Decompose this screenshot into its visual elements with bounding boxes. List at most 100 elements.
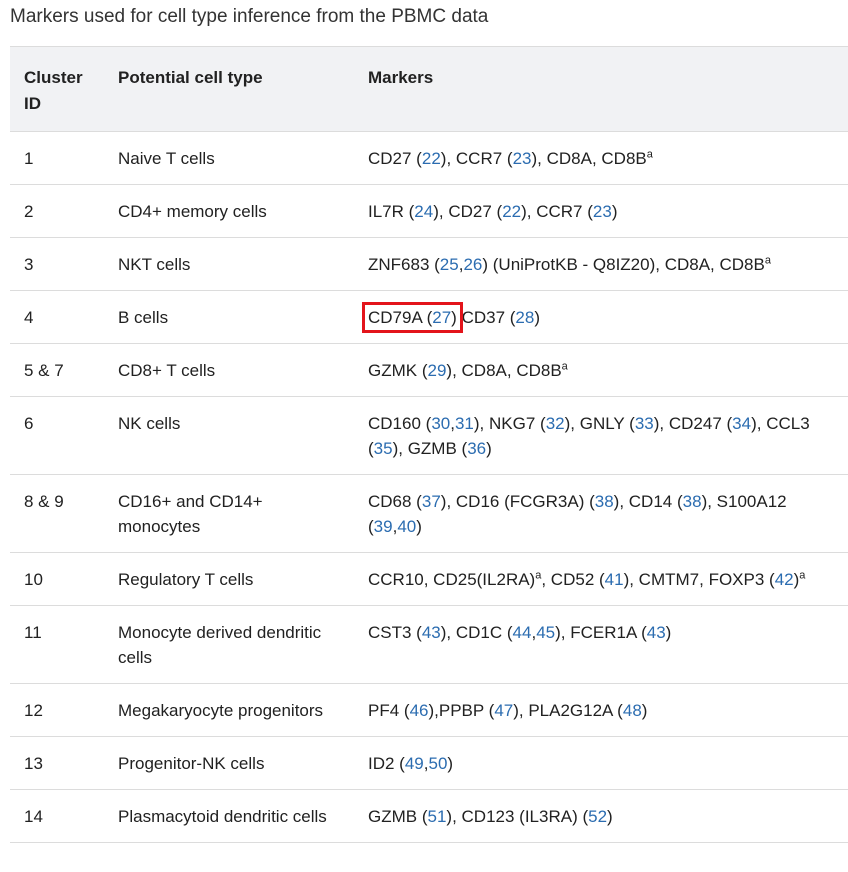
- markers-cell: ID2 (49,50): [354, 736, 848, 790]
- reference-link[interactable]: 28: [515, 308, 534, 327]
- cell-type-cell: CD16+ and CD14+ monocytes: [104, 474, 354, 553]
- reference-link[interactable]: 27: [432, 308, 451, 327]
- markers-cell: CST3 (43), CD1C (44,45), FCER1A (43): [354, 605, 848, 684]
- table-row: 11 Monocyte derived dendritic cells CST3 (…: [10, 605, 848, 684]
- table-row: 8 & 9 CD16+ and CD14+ monocytes CD68 (37),…: [10, 474, 848, 553]
- marker-text: ), CD247 (: [653, 414, 733, 433]
- reference-link[interactable]: 49: [405, 754, 424, 773]
- reference-link[interactable]: 22: [502, 202, 521, 221]
- markers-cell: CD68 (37), CD16 (FCGR3A) (38), CD14 (38)…: [354, 474, 848, 553]
- reference-link[interactable]: 32: [546, 414, 565, 433]
- reference-link[interactable]: 38: [683, 492, 702, 511]
- cluster-id-cell: 14: [10, 789, 104, 843]
- marker-text: ), CD8A, CD8B: [531, 149, 647, 168]
- cell-type-cell: NKT cells: [104, 237, 354, 291]
- table-row: 4B cells CD79A (27) CD37 (28): [10, 290, 848, 344]
- marker-text: ): [416, 517, 422, 536]
- marker-text: ), CCR7 (: [440, 149, 513, 168]
- marker-text: ), CD8A, CD8B: [446, 361, 562, 380]
- table-row: 3 NKT cells ZNF683 (25,26) (UniProtKB - Q8…: [10, 237, 848, 291]
- markers-cell: CCR10, CD25(IL2RA) a , CD52 (41), CMTM7, F…: [354, 552, 848, 606]
- reference-link[interactable]: 29: [428, 361, 447, 380]
- cell-type-cell: Progenitor-NK cells: [104, 736, 354, 790]
- marker-text: CD79A (: [368, 308, 433, 327]
- reference-link[interactable]: 36: [467, 439, 486, 458]
- cell-type-cell: NK cells: [104, 396, 354, 475]
- reference-link[interactable]: 45: [536, 623, 555, 642]
- reference-link[interactable]: 39: [374, 517, 393, 536]
- table-row: 10 Regulatory T cells CCR10, CD25(IL2RA) a,…: [10, 552, 848, 606]
- cell-type-cell: B cells: [104, 290, 354, 344]
- highlight-box: CD79A (27): [362, 302, 463, 333]
- marker-text: GZMB (: [368, 807, 428, 826]
- reference-link[interactable]: 41: [605, 570, 624, 589]
- reference-link[interactable]: 48: [623, 701, 642, 720]
- table-row: 14 Plasmacytoid dendritic cells GZMB (51),…: [10, 789, 848, 843]
- marker-text: ): [607, 807, 613, 826]
- header-cluster-id: Cluster ID: [10, 46, 104, 132]
- reference-link[interactable]: 22: [422, 149, 441, 168]
- reference-link[interactable]: 46: [410, 701, 429, 720]
- reference-link[interactable]: 40: [397, 517, 416, 536]
- cell-type-cell: Monocyte derived dendritic cells: [104, 605, 354, 684]
- cluster-id-cell: 1: [10, 131, 104, 185]
- marker-text: ): [641, 701, 648, 720]
- marker-text: ): [611, 202, 618, 221]
- reference-link[interactable]: 51: [428, 807, 447, 826]
- reference-link[interactable]: 26: [463, 255, 482, 274]
- table-row: 1 Naive T cells CD27 (22), CCR7 (23), CD8A…: [10, 131, 848, 185]
- marker-text: ), CCR7 (: [521, 202, 593, 221]
- cluster-id-cell: 13: [10, 736, 104, 790]
- marker-text: ), GZMB (: [392, 439, 468, 458]
- reference-link[interactable]: 47: [494, 701, 513, 720]
- table-body: 1 Naive T cells CD27 (22), CCR7 (23), CD8A…: [10, 131, 848, 843]
- reference-link[interactable]: 43: [647, 623, 666, 642]
- cell-type-cell: Regulatory T cells: [104, 552, 354, 606]
- marker-text: ), CD1C (: [440, 623, 513, 642]
- reference-link[interactable]: 30: [431, 414, 450, 433]
- reference-link[interactable]: 24: [414, 202, 433, 221]
- reference-link[interactable]: 33: [635, 414, 654, 433]
- marker-text: ), CD16 (FCGR3A) (: [440, 492, 595, 511]
- table-caption: Markers used for cell type inference fro…: [10, 6, 489, 27]
- table-row: 6 NK cells CD160 (30,31), NKG7 (32), GNLY …: [10, 396, 848, 475]
- markers-cell: CD79A (27) CD37 (28): [354, 290, 848, 344]
- table-row: 2 CD4+ memory cells IL7R (24), CD27 (22), …: [10, 184, 848, 238]
- markers-cell: ZNF683 (25,26) (UniProtKB - Q8IZ20), CD8…: [354, 237, 848, 291]
- header-cell-type: Potential cell type: [104, 46, 354, 132]
- marker-text: ), CD14 (: [613, 492, 683, 511]
- reference-link[interactable]: 23: [593, 202, 612, 221]
- reference-link[interactable]: 35: [374, 439, 393, 458]
- reference-link[interactable]: 38: [595, 492, 614, 511]
- table-row: 5 & 7 CD8+ T cells GZMK (29), CD8A, CD8Ba: [10, 343, 848, 397]
- marker-text: ): [447, 754, 454, 773]
- reference-link[interactable]: 50: [429, 754, 448, 773]
- table-row: 13 Progenitor-NK cells ID2 (49,50): [10, 736, 848, 790]
- marker-text: CD68 (: [368, 492, 422, 511]
- markers-cell: IL7R (24), CD27 (22), CCR7 (23): [354, 184, 848, 238]
- marker-text: CD37 (: [456, 308, 516, 327]
- reference-link[interactable]: 52: [588, 807, 607, 826]
- marker-text: , CD52 (: [541, 570, 605, 589]
- table-header-row: Cluster ID Potential cell type Markers: [10, 46, 848, 132]
- reference-link[interactable]: 37: [422, 492, 441, 511]
- cluster-id-cell: 8 & 9: [10, 474, 104, 553]
- cluster-id-cell: 12: [10, 683, 104, 737]
- reference-link[interactable]: 44: [513, 623, 532, 642]
- cell-type-cell: Naive T cells: [104, 131, 354, 185]
- marker-text: CST3 (: [368, 623, 422, 642]
- marker-text: ), FCER1A (: [555, 623, 647, 642]
- markers-table: Cluster ID Potential cell type Markers 1…: [10, 46, 848, 843]
- marker-text: ), NKG7 (: [473, 414, 546, 433]
- marker-text: ) (UniProtKB - Q8IZ20), CD8A, CD8B: [482, 255, 765, 274]
- reference-link[interactable]: 34: [732, 414, 751, 433]
- reference-link[interactable]: 31: [455, 414, 474, 433]
- markers-cell: GZMB (51), CD123 (IL3RA) (52): [354, 789, 848, 843]
- reference-link[interactable]: 42: [775, 570, 794, 589]
- reference-link[interactable]: 43: [422, 623, 441, 642]
- reference-link[interactable]: 25: [440, 255, 459, 274]
- marker-text: ),PPBP (: [428, 701, 495, 720]
- marker-text: ), CMTM7, FOXP3 (: [623, 570, 775, 589]
- reference-link[interactable]: 23: [513, 149, 532, 168]
- markers-cell: CD27 (22), CCR7 (23), CD8A, CD8Ba: [354, 131, 848, 185]
